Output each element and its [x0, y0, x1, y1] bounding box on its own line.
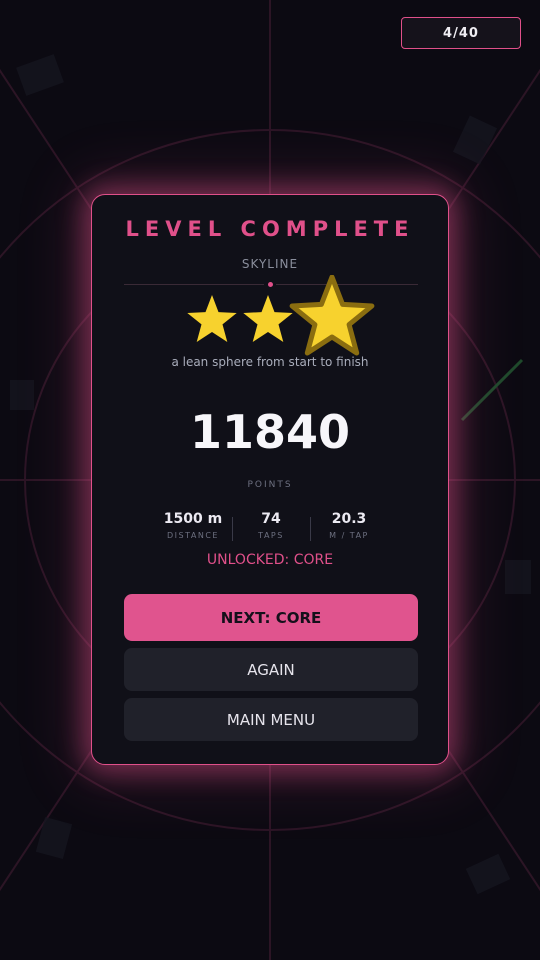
unlocked-notice: UNLOCKED: CORE: [206, 552, 334, 568]
stat-meters-per-tap-label: M / TAP: [329, 531, 369, 540]
stat-meters-per-tap: 20.3 M / TAP: [310, 511, 388, 547]
level-counter: 4/40: [401, 17, 521, 49]
stat-meters-per-tap-value: 20.3: [331, 511, 367, 527]
level-complete-panel: LEVEL COMPLETE SKYLINE a lean sphere fro…: [91, 194, 449, 765]
stat-taps-value: 74: [261, 511, 281, 527]
score-label: POINTS: [247, 480, 293, 490]
level-name: SKYLINE: [241, 257, 299, 271]
level-tagline: a lean sphere from start to finish: [171, 355, 369, 369]
next-level-button[interactable]: NEXT: CORE: [124, 594, 418, 641]
stats-row: 1500 m DISTANCE 74 TAPS 20.3 M / TAP: [154, 511, 388, 547]
stat-distance-value: 1500 m: [163, 511, 223, 527]
stat-distance: 1500 m DISTANCE: [154, 511, 232, 547]
star-rating: [187, 275, 375, 356]
stat-taps-label: TAPS: [258, 531, 284, 540]
main-menu-button[interactable]: MAIN MENU: [124, 698, 418, 741]
score-value: 11840: [189, 405, 351, 459]
star-earned-icon: [187, 295, 237, 342]
star-earned-icon: [243, 295, 293, 342]
panel-title: LEVEL COMPLETE: [125, 217, 415, 241]
stat-distance-label: DISTANCE: [167, 531, 219, 540]
again-button[interactable]: AGAIN: [124, 648, 418, 691]
star-highlight-icon: [289, 275, 375, 356]
stat-taps: 74 TAPS: [232, 511, 310, 547]
